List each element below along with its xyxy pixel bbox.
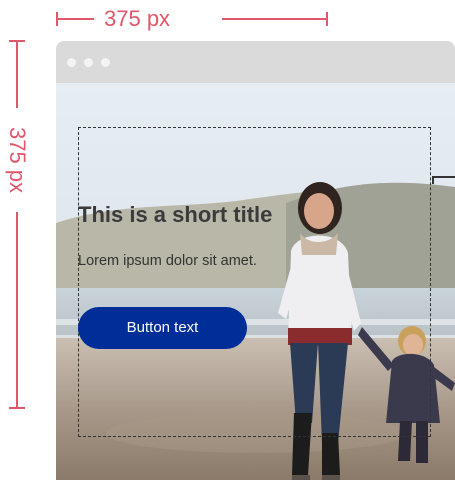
page-title: This is a short title: [78, 202, 273, 227]
width-dimension-label: 375 px: [104, 6, 171, 31]
body-text: Lorem ipsum dolor sit amet.: [78, 253, 257, 269]
window-dot-icon: [67, 58, 76, 67]
cta-button[interactable]: Button text: [78, 307, 247, 349]
height-dimension-bottom-tick: [9, 407, 25, 409]
width-dimension-left-line: [56, 18, 94, 20]
window-dot-icon: [101, 58, 110, 67]
callout-pointer-tick: [432, 176, 434, 184]
width-dimension-right-tick: [326, 12, 328, 26]
height-dimension-bottom-line: [16, 212, 18, 408]
width-dimension-right-line: [222, 18, 328, 20]
safe-area-box: [78, 127, 431, 437]
height-dimension-top-line: [16, 40, 18, 108]
browser-title-bar: [56, 41, 455, 83]
window-dot-icon: [84, 58, 93, 67]
callout-pointer-line: [433, 176, 455, 178]
height-dimension-label: 375 px: [5, 126, 30, 194]
